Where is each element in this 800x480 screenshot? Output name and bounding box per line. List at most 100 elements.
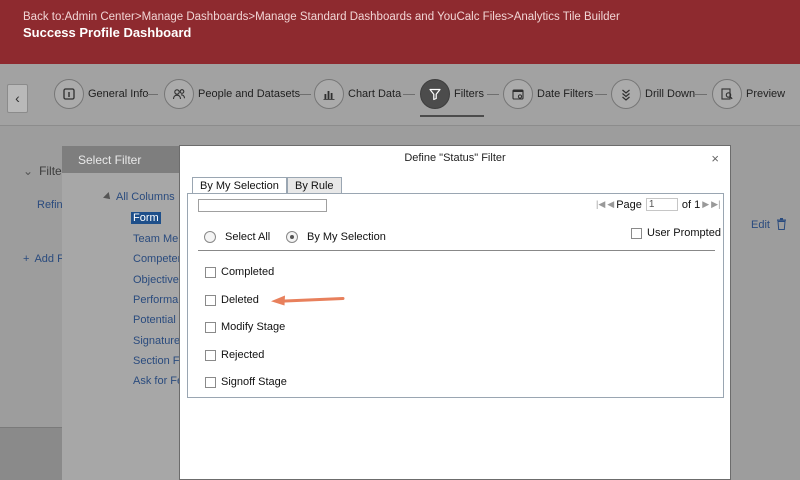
checkbox[interactable]: [205, 349, 216, 361]
step-filters[interactable]: Filters: [420, 79, 484, 109]
bar-chart-icon: [314, 79, 344, 109]
option-completed[interactable]: Completed: [205, 266, 274, 278]
option-label: Completed: [221, 266, 275, 278]
page-count: of 1: [681, 198, 701, 211]
chevron-left-icon: ‹: [15, 90, 20, 106]
step-connector: [595, 94, 607, 95]
back-button[interactable]: ‹: [7, 84, 28, 113]
step-label: Filters: [454, 88, 484, 100]
filters-section-heading[interactable]: ⌄ Filte: [23, 164, 62, 178]
tab-by-rule[interactable]: By Rule: [287, 177, 342, 193]
trash-icon[interactable]: [776, 218, 787, 230]
page-title: Success Profile Dashboard: [23, 25, 192, 40]
breadcrumb-manage-dashboards[interactable]: Manage Dashboards: [142, 11, 249, 23]
tree-item-form[interactable]: Form: [131, 212, 161, 224]
step-date-filters[interactable]: Date Filters: [503, 79, 593, 109]
option-label: Deleted: [221, 294, 259, 306]
define-status-filter-dialog: Define "Status" Filter × By My Selection…: [179, 145, 731, 480]
step-connector: [487, 94, 499, 95]
option-label: Signoff Stage: [221, 376, 287, 388]
info-icon: [54, 79, 84, 109]
option-signoff-stage[interactable]: Signoff Stage: [205, 376, 287, 388]
last-page-icon[interactable]: ▶|: [711, 199, 720, 210]
close-icon[interactable]: ×: [711, 151, 719, 166]
tree-item[interactable]: Team Mer: [133, 233, 182, 245]
breadcrumb-manage-standard-dashboards[interactable]: Manage Standard Dashboards and YouCalc F…: [255, 11, 507, 23]
checkbox[interactable]: [631, 227, 642, 239]
step-label: Date Filters: [537, 88, 594, 100]
page-number-input[interactable]: [645, 198, 678, 211]
chevron-down-icon: ⌄: [23, 164, 34, 178]
tree-item[interactable]: Signature: [133, 335, 180, 347]
step-label: General Info: [88, 88, 149, 100]
active-step-indicator: [420, 115, 484, 117]
checkbox[interactable]: [205, 294, 216, 306]
radio-button[interactable]: [204, 231, 216, 243]
breadcrumb-separator: >: [506, 11, 514, 23]
user-prompted-checkbox[interactable]: User Prompted: [631, 227, 721, 239]
page-label: Page: [616, 198, 642, 211]
add-filter-link[interactable]: + Add F: [23, 253, 64, 265]
tree-item[interactable]: Section Fi: [133, 355, 182, 367]
tree-item[interactable]: Objectives: [133, 274, 184, 286]
step-chart-data[interactable]: Chart Data: [314, 79, 401, 109]
breadcrumb-prefix: Back to:: [23, 11, 65, 23]
expand-triangle-icon: [103, 192, 113, 203]
next-page-icon[interactable]: ▶: [702, 199, 709, 210]
tree-item[interactable]: Competen: [133, 253, 184, 265]
breadcrumb: Back to:Admin Center>Manage Dashboards>M…: [23, 11, 620, 23]
option-label: Modify Stage: [221, 321, 286, 333]
radio-label: Select All: [225, 231, 271, 243]
calendar-icon: [503, 79, 533, 109]
step-people-and-datasets[interactable]: People and Datasets: [164, 79, 300, 109]
first-page-icon[interactable]: |◀: [596, 199, 605, 210]
radio-by-my-selection[interactable]: By My Selection: [286, 231, 386, 243]
step-preview[interactable]: Preview: [712, 79, 785, 109]
step-general-info[interactable]: General Info: [54, 79, 149, 109]
step-drill-down[interactable]: Drill Down: [611, 79, 695, 109]
search-input[interactable]: [198, 199, 327, 212]
chevrons-down-icon: [611, 79, 641, 109]
step-label: People and Datasets: [198, 88, 301, 100]
checkbox-label: User Prompted: [647, 227, 721, 239]
tree-item[interactable]: Performan: [133, 294, 184, 306]
step-connector: [146, 94, 158, 95]
tree-item[interactable]: Ask for Fe: [133, 375, 183, 387]
select-filter-title: Select Filter: [78, 153, 142, 167]
edit-link[interactable]: Edit: [751, 219, 770, 231]
tab-by-my-selection[interactable]: By My Selection: [192, 177, 287, 194]
option-rejected[interactable]: Rejected: [205, 349, 264, 361]
annotation-arrow-icon: [271, 295, 345, 306]
option-modify-stage[interactable]: Modify Stage: [205, 321, 285, 333]
tree-item[interactable]: Potential: [133, 314, 176, 326]
radio-select-all[interactable]: Select All: [204, 231, 270, 243]
step-label: Drill Down: [645, 88, 696, 100]
step-label: Preview: [746, 88, 786, 100]
plus-icon: +: [23, 253, 30, 265]
people-icon: [164, 79, 194, 109]
checkbox[interactable]: [205, 266, 216, 278]
wizard-stepper: ‹ General Info People and Datasets Chart…: [0, 64, 800, 126]
dialog-title: Define "Status" Filter: [404, 152, 506, 164]
step-label: Chart Data: [348, 88, 402, 100]
funnel-icon: [420, 79, 450, 109]
tree-root-all-columns[interactable]: All Columns: [103, 191, 175, 203]
option-deleted[interactable]: Deleted: [205, 294, 259, 306]
selection-panel: |◀ ◀ Page of 1 ▶ ▶| Select All By My Sel…: [187, 193, 724, 398]
breadcrumb-separator: >: [134, 11, 142, 23]
radio-label: By My Selection: [307, 231, 386, 243]
step-connector: [695, 94, 707, 95]
prev-page-icon[interactable]: ◀: [607, 199, 614, 210]
checkbox[interactable]: [205, 376, 216, 388]
refine-link[interactable]: Refin: [37, 199, 63, 211]
breadcrumb-admin-center[interactable]: Admin Center: [65, 11, 135, 23]
app-header: Back to:Admin Center>Manage Dashboards>M…: [0, 0, 800, 64]
pager: |◀ ◀ Page of 1 ▶ ▶|: [596, 198, 722, 211]
divider: [198, 250, 715, 251]
step-connector: [299, 94, 311, 95]
option-label: Rejected: [221, 349, 265, 361]
radio-button[interactable]: [286, 231, 298, 243]
checkbox[interactable]: [205, 321, 216, 333]
magnifier-icon: [712, 79, 742, 109]
breadcrumb-tile-builder[interactable]: Analytics Tile Builder: [514, 11, 620, 23]
